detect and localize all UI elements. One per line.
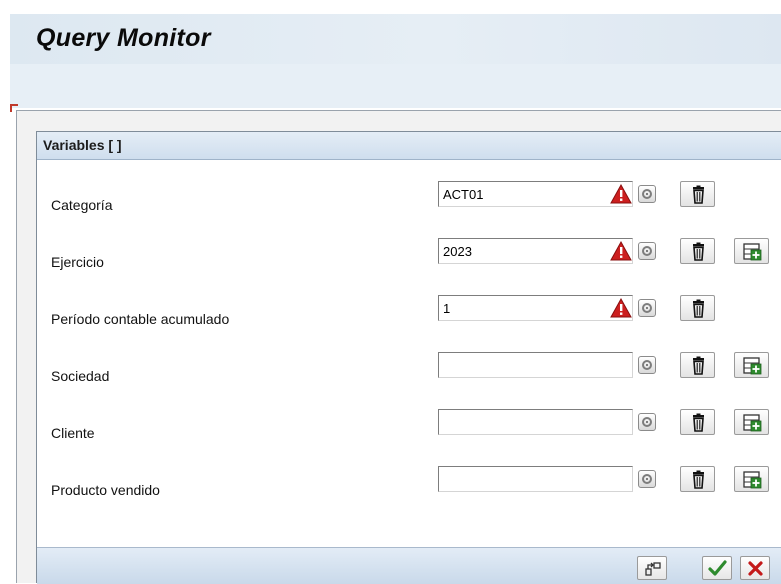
trash-icon xyxy=(693,356,704,375)
add-row-button[interactable] xyxy=(734,466,769,492)
panel-header: Variables [ ] xyxy=(37,132,781,160)
value-help-button[interactable] xyxy=(638,185,656,203)
title-bar: Query Monitor xyxy=(10,14,781,64)
variant-icon xyxy=(645,562,661,576)
delete-button[interactable] xyxy=(680,409,715,435)
add-row-button[interactable] xyxy=(734,409,769,435)
add-row-icon xyxy=(743,414,762,432)
variable-input[interactable] xyxy=(438,352,633,378)
warning-triangle-icon xyxy=(610,298,632,318)
value-help-icon xyxy=(642,474,652,484)
value-help-button[interactable] xyxy=(638,356,656,374)
value-help-button[interactable] xyxy=(638,470,656,488)
add-row-icon xyxy=(743,471,762,489)
delete-button[interactable] xyxy=(680,295,715,321)
panel-title: Variables [ ] xyxy=(43,137,122,153)
warning-triangle-icon xyxy=(610,184,632,204)
delete-button[interactable] xyxy=(680,238,715,264)
value-help-button[interactable] xyxy=(638,299,656,317)
variable-input[interactable] xyxy=(438,295,633,321)
toolbar-band xyxy=(10,64,781,108)
add-row-icon xyxy=(743,243,762,261)
value-help-button[interactable] xyxy=(638,413,656,431)
value-help-icon xyxy=(642,360,652,370)
variable-label: Sociedad xyxy=(51,368,110,384)
variable-input[interactable] xyxy=(438,466,633,492)
value-help-icon xyxy=(642,189,652,199)
value-help-icon xyxy=(642,246,652,256)
variable-label: Ejercicio xyxy=(51,254,104,270)
cancel-icon xyxy=(748,561,763,576)
variable-input[interactable] xyxy=(438,409,633,435)
add-row-button[interactable] xyxy=(734,238,769,264)
app-title: Query Monitor xyxy=(36,24,211,52)
variable-label: Categoría xyxy=(51,197,113,213)
warning-triangle-icon xyxy=(610,241,632,261)
value-help-button[interactable] xyxy=(638,242,656,260)
variable-label: Período contable acumulado xyxy=(51,311,230,327)
confirm-button[interactable] xyxy=(702,556,732,580)
cancel-button[interactable] xyxy=(740,556,770,580)
variable-label: Cliente xyxy=(51,425,95,441)
panel-footer xyxy=(37,547,781,584)
trash-icon xyxy=(693,185,704,204)
value-help-icon xyxy=(642,303,652,313)
variables-panel: Variables [ ] Categoría Ejercicio Período … xyxy=(36,131,781,584)
value-help-icon xyxy=(642,417,652,427)
add-row-icon xyxy=(743,357,762,375)
trash-icon xyxy=(693,242,704,261)
variant-button[interactable] xyxy=(637,556,667,580)
trash-icon xyxy=(693,299,704,318)
checkmark-icon xyxy=(708,560,727,576)
variable-label: Producto vendido xyxy=(51,482,160,498)
delete-button[interactable] xyxy=(680,352,715,378)
delete-button[interactable] xyxy=(680,181,715,207)
delete-button[interactable] xyxy=(680,466,715,492)
variable-input[interactable] xyxy=(438,181,633,207)
variable-input[interactable] xyxy=(438,238,633,264)
trash-icon xyxy=(693,470,704,489)
trash-icon xyxy=(693,413,704,432)
add-row-button[interactable] xyxy=(734,352,769,378)
